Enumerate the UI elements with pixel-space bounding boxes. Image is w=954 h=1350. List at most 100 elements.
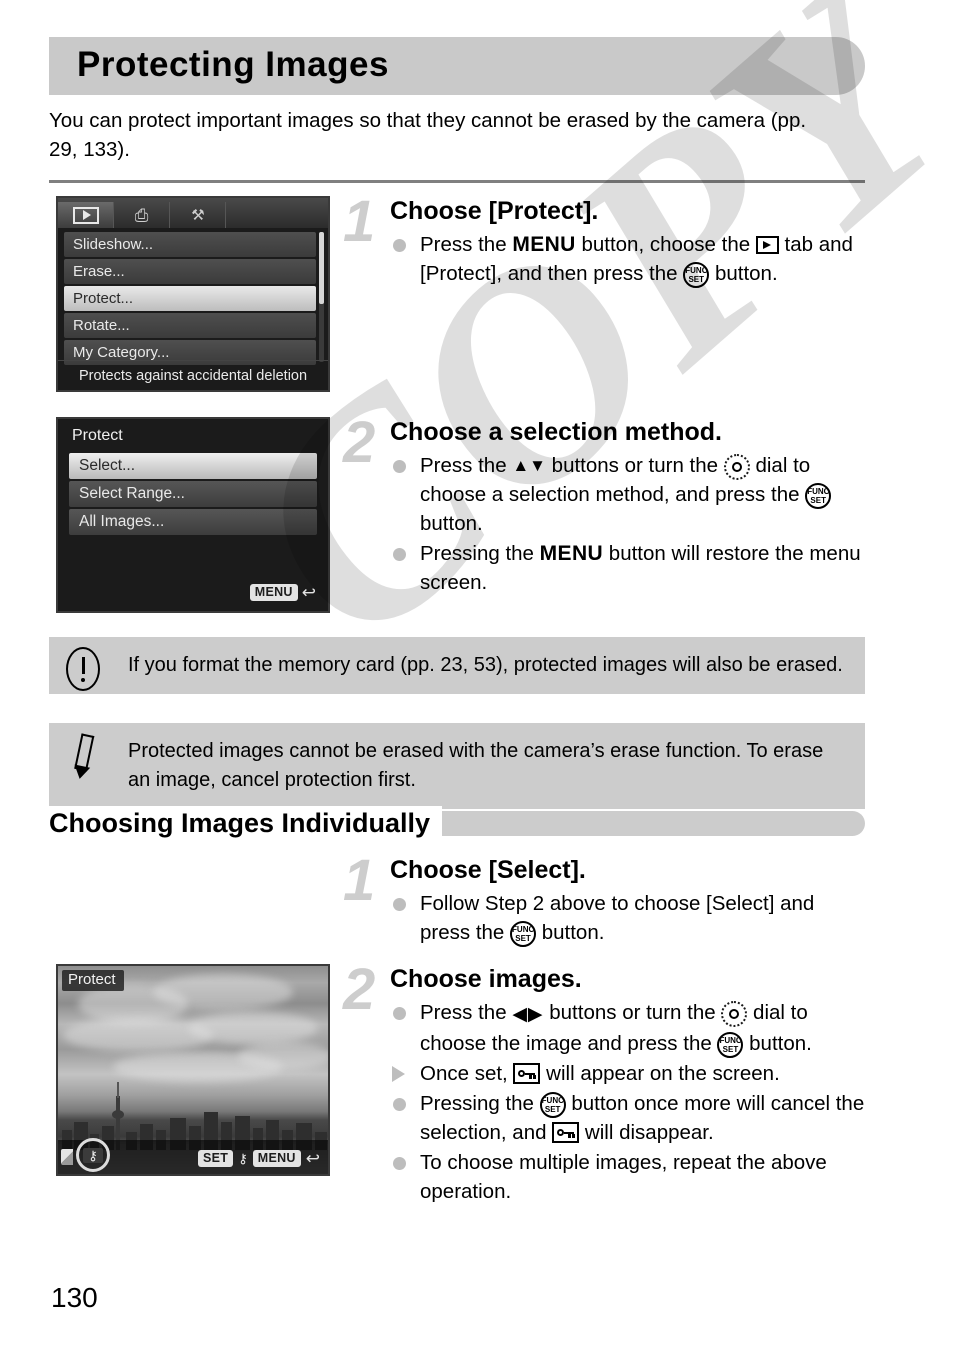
print-tab[interactable]: ⎙ xyxy=(114,202,170,228)
step-bullets: Press the ▲▼ buttons or turn the dial to… xyxy=(390,451,870,597)
pencil-icon xyxy=(66,733,114,781)
func-glyph-line2: SET xyxy=(722,1045,739,1054)
page-number: 130 xyxy=(51,1282,98,1313)
step-number: 1 xyxy=(343,848,376,913)
func-glyph-line1: FUNC. xyxy=(685,266,710,275)
control-dial-glyph xyxy=(723,454,750,480)
bullet-item: Once set, will appear on the screen. xyxy=(390,1059,870,1088)
camera-screen-image-select: Protect ⚷ SET ⚷ MENU ↩ xyxy=(56,964,330,1176)
page-title-bar: Protecting Images xyxy=(49,37,865,95)
menu-scrollbar[interactable] xyxy=(319,232,324,362)
bullet-text-part: will appear on the screen. xyxy=(546,1062,780,1085)
bullet-text-part: Once set, xyxy=(420,1062,508,1085)
menu-tab-bar: ⎙ ⚒ xyxy=(58,198,328,228)
protect-item-select-range[interactable]: Select Range... xyxy=(69,481,317,507)
playback-tab[interactable] xyxy=(58,202,114,228)
bullet-dot-icon xyxy=(393,460,406,473)
step-1-choose-protect: 1 Choose [Protect]. Press the MENU butto… xyxy=(343,193,870,289)
menu-button-glyph: MENU xyxy=(539,542,604,565)
bullet-item: Pressing the FUNC. SET button once more … xyxy=(390,1089,870,1147)
bullet-text-part: button. xyxy=(420,512,483,535)
protect-key-glyph xyxy=(552,1122,580,1143)
photo-screen-label: Protect xyxy=(62,970,124,991)
menu-scrollbar-thumb[interactable] xyxy=(319,232,324,304)
func-glyph-line2: SET xyxy=(810,496,826,505)
func-set-glyph: FUNC. SET xyxy=(683,262,710,288)
bullet-dot-icon xyxy=(393,1157,406,1170)
bullet-text-part: buttons or turn the xyxy=(551,454,719,477)
playback-menu-list: Slideshow... Erase... Protect... Rotate.… xyxy=(64,232,316,367)
photo-bottom-bar: ⚷ SET ⚷ MENU ↩ xyxy=(58,1138,328,1174)
bullet-dot-icon xyxy=(393,898,406,911)
protect-key-highlight: ⚷ xyxy=(76,1138,110,1172)
page-title: Protecting Images xyxy=(77,45,389,84)
menu-hint-text: Protects against accidental deletion xyxy=(58,360,328,390)
func-set-glyph: FUNC. SET xyxy=(805,483,832,509)
intro-paragraph: You can protect important images so that… xyxy=(49,109,807,161)
bullet-item: Pressing the MENU button will restore th… xyxy=(390,539,870,597)
bullet-dot-icon xyxy=(393,1007,406,1020)
func-set-glyph: FUNC. SET xyxy=(539,1092,566,1118)
menu-item-erase[interactable]: Erase... xyxy=(64,259,316,284)
key-badge-icon: ⚷ xyxy=(238,1151,248,1166)
func-set-glyph: FUNC. SET xyxy=(510,921,537,947)
step-2-choose-images: 2 Choose images. Press the ◀▶ buttons or… xyxy=(343,957,870,1207)
horizontal-rule xyxy=(49,180,865,183)
bullet-text-part: button. xyxy=(714,262,778,285)
step-number: 2 xyxy=(343,957,376,1022)
menu-item-slideshow[interactable]: Slideshow... xyxy=(64,232,316,257)
bullet-text-part: button. xyxy=(541,921,605,944)
playback-glyph xyxy=(755,236,779,254)
tip-note-box: Protected images cannot be erased with t… xyxy=(49,723,865,809)
menu-badge: MENU xyxy=(249,584,298,601)
bullet-triangle-icon xyxy=(392,1066,405,1082)
protect-item-all-images[interactable]: All Images... xyxy=(69,509,317,535)
caution-note-box: If you format the memory card (pp. 23, 5… xyxy=(49,637,865,694)
tools-icon: ⚒ xyxy=(191,206,204,224)
bullet-item: Press the MENU button, choose the tab an… xyxy=(390,230,870,288)
func-set-glyph: FUNC. SET xyxy=(717,1032,744,1058)
bullet-text-part: Press the xyxy=(420,454,507,477)
bullet-text-part: button. xyxy=(749,1032,812,1055)
menu-item-protect[interactable]: Protect... xyxy=(64,286,316,311)
func-glyph-line2: SET xyxy=(688,275,705,284)
photo-badge-row: SET ⚷ MENU ↩ xyxy=(197,1150,320,1167)
protect-item-select[interactable]: Select... xyxy=(69,453,317,479)
step-1-choose-select: 1 Choose [Select]. Follow Step 2 above t… xyxy=(343,848,870,948)
bullet-text-part: Press the xyxy=(420,1001,507,1024)
bullet-item: Press the ▲▼ buttons or turn the dial to… xyxy=(390,451,870,538)
key-glyph: ⚷ xyxy=(88,1147,98,1163)
bullet-text-part: will disappear. xyxy=(584,1121,714,1144)
section-heading: Choosing Images Individually xyxy=(49,806,865,840)
set-badge: SET xyxy=(197,1150,234,1167)
section-heading-text: Choosing Images Individually xyxy=(49,806,443,840)
caution-icon xyxy=(66,647,114,695)
step-number: 2 xyxy=(343,410,376,475)
bullet-text-part: Follow Step 2 above to choose [Select] a… xyxy=(420,892,815,944)
func-glyph-line1: FUNC. xyxy=(807,487,832,496)
bullet-item: Follow Step 2 above to choose [Select] a… xyxy=(390,889,870,947)
left-right-buttons-glyph: ◀▶ xyxy=(512,1004,544,1025)
bullet-dot-icon xyxy=(393,239,406,252)
menu-item-rotate[interactable]: Rotate... xyxy=(64,313,316,338)
key-icon: ⚷ xyxy=(83,1147,103,1163)
tip-note-text: Protected images cannot be erased with t… xyxy=(128,740,824,791)
step-heading: Choose a selection method. xyxy=(390,418,723,446)
step-bullets: Press the MENU button, choose the tab an… xyxy=(390,230,870,288)
bullet-text-part: Press the xyxy=(420,233,507,256)
step-heading: Choose [Select]. xyxy=(390,856,586,884)
bullet-text-part: Pressing the xyxy=(420,1092,534,1115)
settings-tab[interactable]: ⚒ xyxy=(170,202,226,228)
step-bullets: Follow Step 2 above to choose [Select] a… xyxy=(390,889,870,947)
step-2-choose-selection-method: 2 Choose a selection method. Press the ▲… xyxy=(343,410,870,598)
bullet-text-part: To choose multiple images, repeat the ab… xyxy=(420,1151,827,1203)
step-heading: Choose [Protect]. xyxy=(390,197,599,225)
caution-note-text: If you format the memory card (pp. 23, 5… xyxy=(128,654,843,676)
bullet-text-part: Pressing the xyxy=(420,542,534,565)
camera-screen-playback-menu: ⎙ ⚒ Slideshow... Erase... Protect... Rot… xyxy=(56,196,330,392)
bullet-text-part: button, choose the xyxy=(581,233,751,256)
bullet-dot-icon xyxy=(393,548,406,561)
bullet-item: To choose multiple images, repeat the ab… xyxy=(390,1148,870,1206)
bullet-text-part: buttons or turn the xyxy=(549,1001,716,1024)
bullet-dot-icon xyxy=(393,1098,406,1111)
